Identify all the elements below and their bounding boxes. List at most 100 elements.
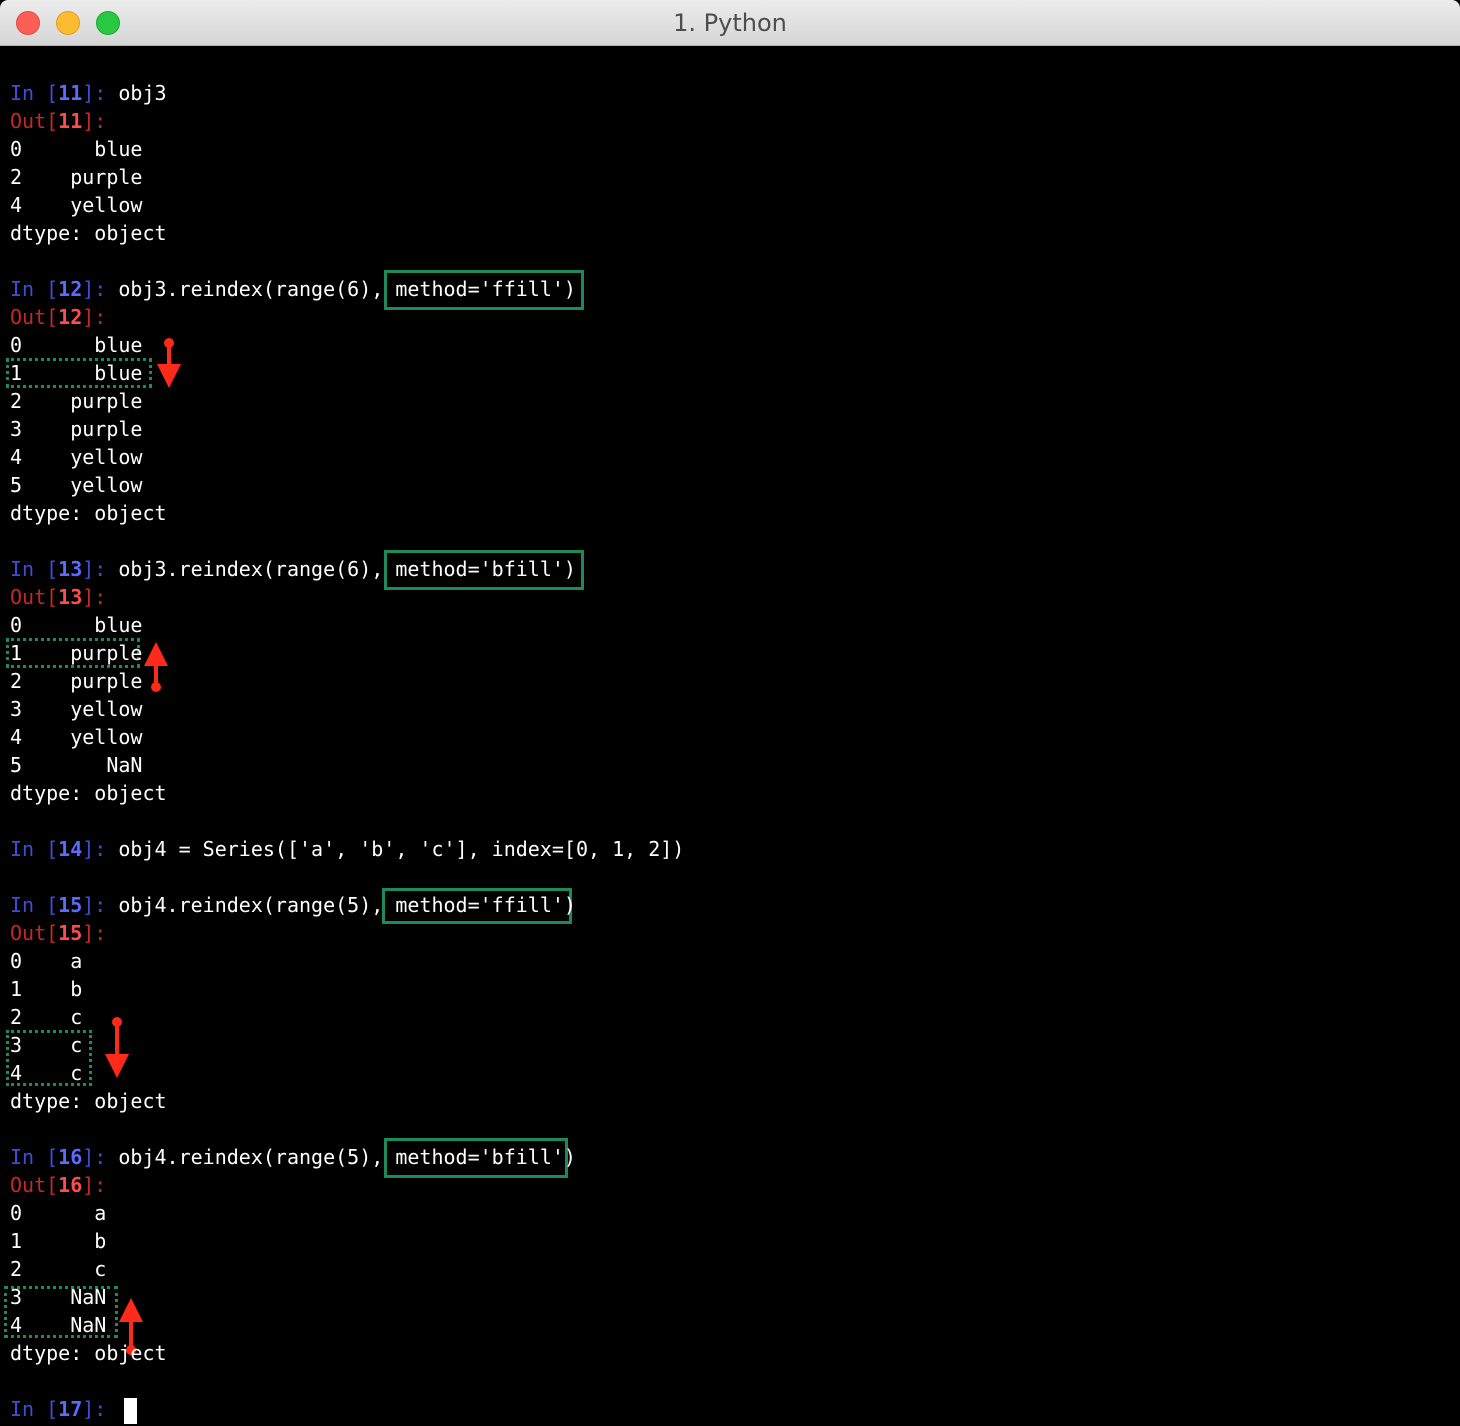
prompt-number: 14	[58, 837, 83, 861]
output-line: 4 yellow	[10, 723, 142, 751]
out-prompt-close: ]:	[82, 585, 107, 609]
output-text: 4 c	[10, 1061, 83, 1085]
prompt-number: 16	[58, 1173, 83, 1197]
output-line: 2 purple	[10, 667, 142, 695]
output-line: 3 purple	[10, 415, 142, 443]
terminal-window: 1. Python In [11]: obj3 Out[11]: 0 blue …	[0, 0, 1460, 1426]
in-prompt-close: ]:	[82, 1397, 119, 1421]
code-text: obj3	[118, 81, 167, 105]
output-prompt: Out[16]:	[10, 1171, 106, 1199]
output-text: 0 blue	[10, 137, 143, 161]
output-line: 1 b	[10, 1227, 106, 1255]
out-prompt-close: ]:	[82, 921, 107, 945]
output-text: dtype: object	[10, 221, 167, 245]
output-text: 0 a	[10, 1201, 107, 1225]
output-line: dtype: object	[10, 1087, 167, 1115]
prompt-number: 11	[58, 81, 83, 105]
text-cursor[interactable]	[124, 1397, 138, 1424]
in-prompt-label: In [	[10, 1145, 59, 1169]
output-prompt: Out[13]:	[10, 583, 106, 611]
input-line: In [17]:	[10, 1395, 138, 1424]
output-text: 4 yellow	[10, 725, 143, 749]
window-title: 1. Python	[673, 9, 787, 37]
output-text: 1 b	[10, 977, 83, 1001]
output-text: 1 b	[10, 1229, 107, 1253]
out-prompt-close: ]:	[82, 305, 107, 329]
prompt-number: 15	[58, 893, 83, 917]
prompt-number: 13	[58, 557, 83, 581]
out-prompt-label: Out[	[10, 109, 59, 133]
annotation-arrows	[105, 338, 181, 1355]
output-text: dtype: object	[10, 1089, 167, 1113]
output-text: 5 NaN	[10, 753, 143, 777]
in-prompt-close: ]:	[82, 1145, 119, 1169]
prompt-number: 17	[58, 1397, 83, 1421]
out-prompt-label: Out[	[10, 305, 59, 329]
output-line: 2 c	[10, 1255, 106, 1283]
output-text: 2 purple	[10, 165, 143, 189]
code-text: obj4.reindex(range(5), method='ffill')	[118, 893, 576, 917]
output-line: 1 purple	[10, 639, 142, 667]
output-line: dtype: object	[10, 499, 167, 527]
output-line: dtype: object	[10, 219, 167, 247]
output-text: 5 yellow	[10, 473, 143, 497]
prompt-number: 13	[58, 585, 83, 609]
in-prompt-label: In [	[10, 893, 59, 917]
output-line: 2 c	[10, 1003, 82, 1031]
output-text: 3 c	[10, 1033, 83, 1057]
title-bar[interactable]: 1. Python	[0, 0, 1460, 46]
out-prompt-close: ]:	[82, 1173, 107, 1197]
prompt-number: 12	[58, 277, 83, 301]
in-prompt-label: In [	[10, 277, 59, 301]
output-prompt: Out[15]:	[10, 919, 106, 947]
output-line: 2 purple	[10, 163, 142, 191]
ffill-arrow-down	[105, 1017, 129, 1078]
output-line: 3 NaN	[10, 1283, 106, 1311]
output-line: 0 blue	[10, 611, 142, 639]
input-line: In [11]: obj3	[10, 79, 167, 107]
output-line: dtype: object	[10, 779, 167, 807]
output-line: 3 yellow	[10, 695, 142, 723]
output-text: 4 NaN	[10, 1313, 107, 1337]
input-line: In [12]: obj3.reindex(range(6), method='…	[10, 275, 576, 303]
output-prompt: Out[11]:	[10, 107, 106, 135]
in-prompt-close: ]:	[82, 277, 119, 301]
code-text: obj4.reindex(range(5), method='bfill')	[118, 1145, 576, 1169]
out-prompt-label: Out[	[10, 921, 59, 945]
output-text: dtype: object	[10, 781, 167, 805]
out-prompt-label: Out[	[10, 585, 59, 609]
output-text: dtype: object	[10, 501, 167, 525]
output-prompt: Out[12]:	[10, 303, 106, 331]
code-text: obj3.reindex(range(6), method='bfill')	[118, 557, 576, 581]
out-prompt-label: Out[	[10, 1173, 59, 1197]
output-line: 3 c	[10, 1031, 82, 1059]
terminal-output[interactable]: In [11]: obj3 Out[11]: 0 blue 2 purple 4 yel…	[0, 46, 1460, 1426]
output-line: 0 blue	[10, 135, 142, 163]
code-text: obj4 = Series(['a', 'b', 'c'], index=[0,…	[118, 837, 685, 861]
output-text: 0 blue	[10, 613, 143, 637]
output-text: 4 yellow	[10, 445, 143, 469]
output-text: 2 purple	[10, 669, 143, 693]
output-text: 1 blue	[10, 361, 143, 385]
input-line: In [13]: obj3.reindex(range(6), method='…	[10, 555, 576, 583]
output-text: 2 c	[10, 1257, 107, 1281]
in-prompt-close: ]:	[82, 81, 119, 105]
input-line: In [14]: obj4 = Series(['a', 'b', 'c'], …	[10, 835, 684, 863]
input-line: In [15]: obj4.reindex(range(5), method='…	[10, 891, 576, 919]
prompt-number: 15	[58, 921, 83, 945]
in-prompt-label: In [	[10, 1397, 59, 1421]
output-line: 0 a	[10, 1199, 106, 1227]
output-text: 3 NaN	[10, 1285, 107, 1309]
output-text: 2 purple	[10, 389, 143, 413]
ffill-arrow-down	[157, 338, 181, 388]
output-line: 0 a	[10, 947, 82, 975]
output-line: 4 yellow	[10, 443, 142, 471]
output-line: 4 c	[10, 1059, 82, 1087]
output-line: 4 NaN	[10, 1311, 106, 1339]
output-text: 0 blue	[10, 333, 143, 357]
output-line: dtype: object	[10, 1339, 167, 1367]
output-text: 2 c	[10, 1005, 83, 1029]
output-line: 2 purple	[10, 387, 142, 415]
code-text: obj3.reindex(range(6), method='ffill')	[118, 277, 576, 301]
output-line: 5 yellow	[10, 471, 142, 499]
